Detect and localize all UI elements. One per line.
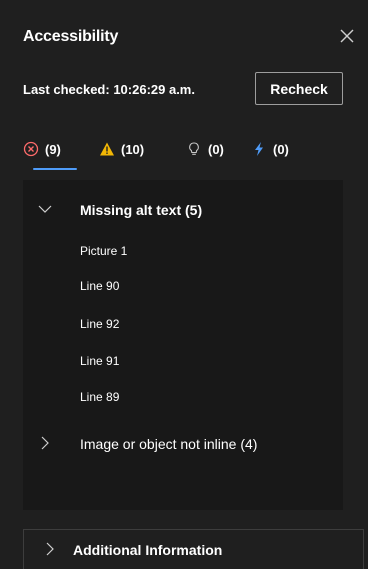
list-item[interactable]: Line 89 [80,390,119,404]
group-image-not-inline[interactable]: Image or object not inline (4) [23,431,343,457]
group-label: Missing alt text (5) [80,202,203,218]
accessibility-pane: Accessibility Last checked: 10:26:29 a.m… [0,0,368,569]
group-missing-alt-text[interactable]: Missing alt text (5) [23,197,343,223]
list-item[interactable]: Line 91 [80,354,119,368]
warning-triangle-icon [100,142,114,156]
tab-warnings[interactable]: (10) [99,137,144,161]
additional-information-section[interactable]: Additional Information [23,529,364,569]
tab-errors-count: (9) [45,141,61,157]
group-label: Image or object not inline (4) [80,436,258,452]
close-button[interactable] [336,25,358,47]
tab-tips-count: (0) [208,141,224,157]
recheck-button[interactable]: Recheck [255,72,343,105]
active-tab-indicator [33,168,77,170]
chevron-right-icon [41,436,49,450]
list-item[interactable]: Line 90 [80,279,119,293]
issue-category-tabs: (9) (10) (0) (0) [23,130,343,172]
tab-warnings-count: (10) [121,141,145,157]
list-item[interactable]: Line 92 [80,317,119,331]
issues-list: Missing alt text (5) Picture 1 Line 90 L… [23,180,343,510]
pane-title: Accessibility [23,28,119,45]
additional-information-label: Additional Information [73,542,223,558]
tab-intelligent-count: (0) [273,141,289,157]
tab-intelligent[interactable]: (0) [251,137,289,161]
tab-tips[interactable]: (0) [186,137,224,161]
lightning-icon [255,142,263,156]
pane-header: Accessibility [0,0,368,70]
chevron-down-icon [38,205,52,213]
lightbulb-icon [189,142,199,155]
close-icon [340,29,354,43]
error-circle-icon [23,141,39,157]
chevron-right-icon [46,542,54,556]
tab-errors[interactable]: (9) [23,137,61,161]
last-checked-text: Last checked: 10:26:29 a.m. [23,82,195,97]
list-item[interactable]: Picture 1 [80,244,127,258]
